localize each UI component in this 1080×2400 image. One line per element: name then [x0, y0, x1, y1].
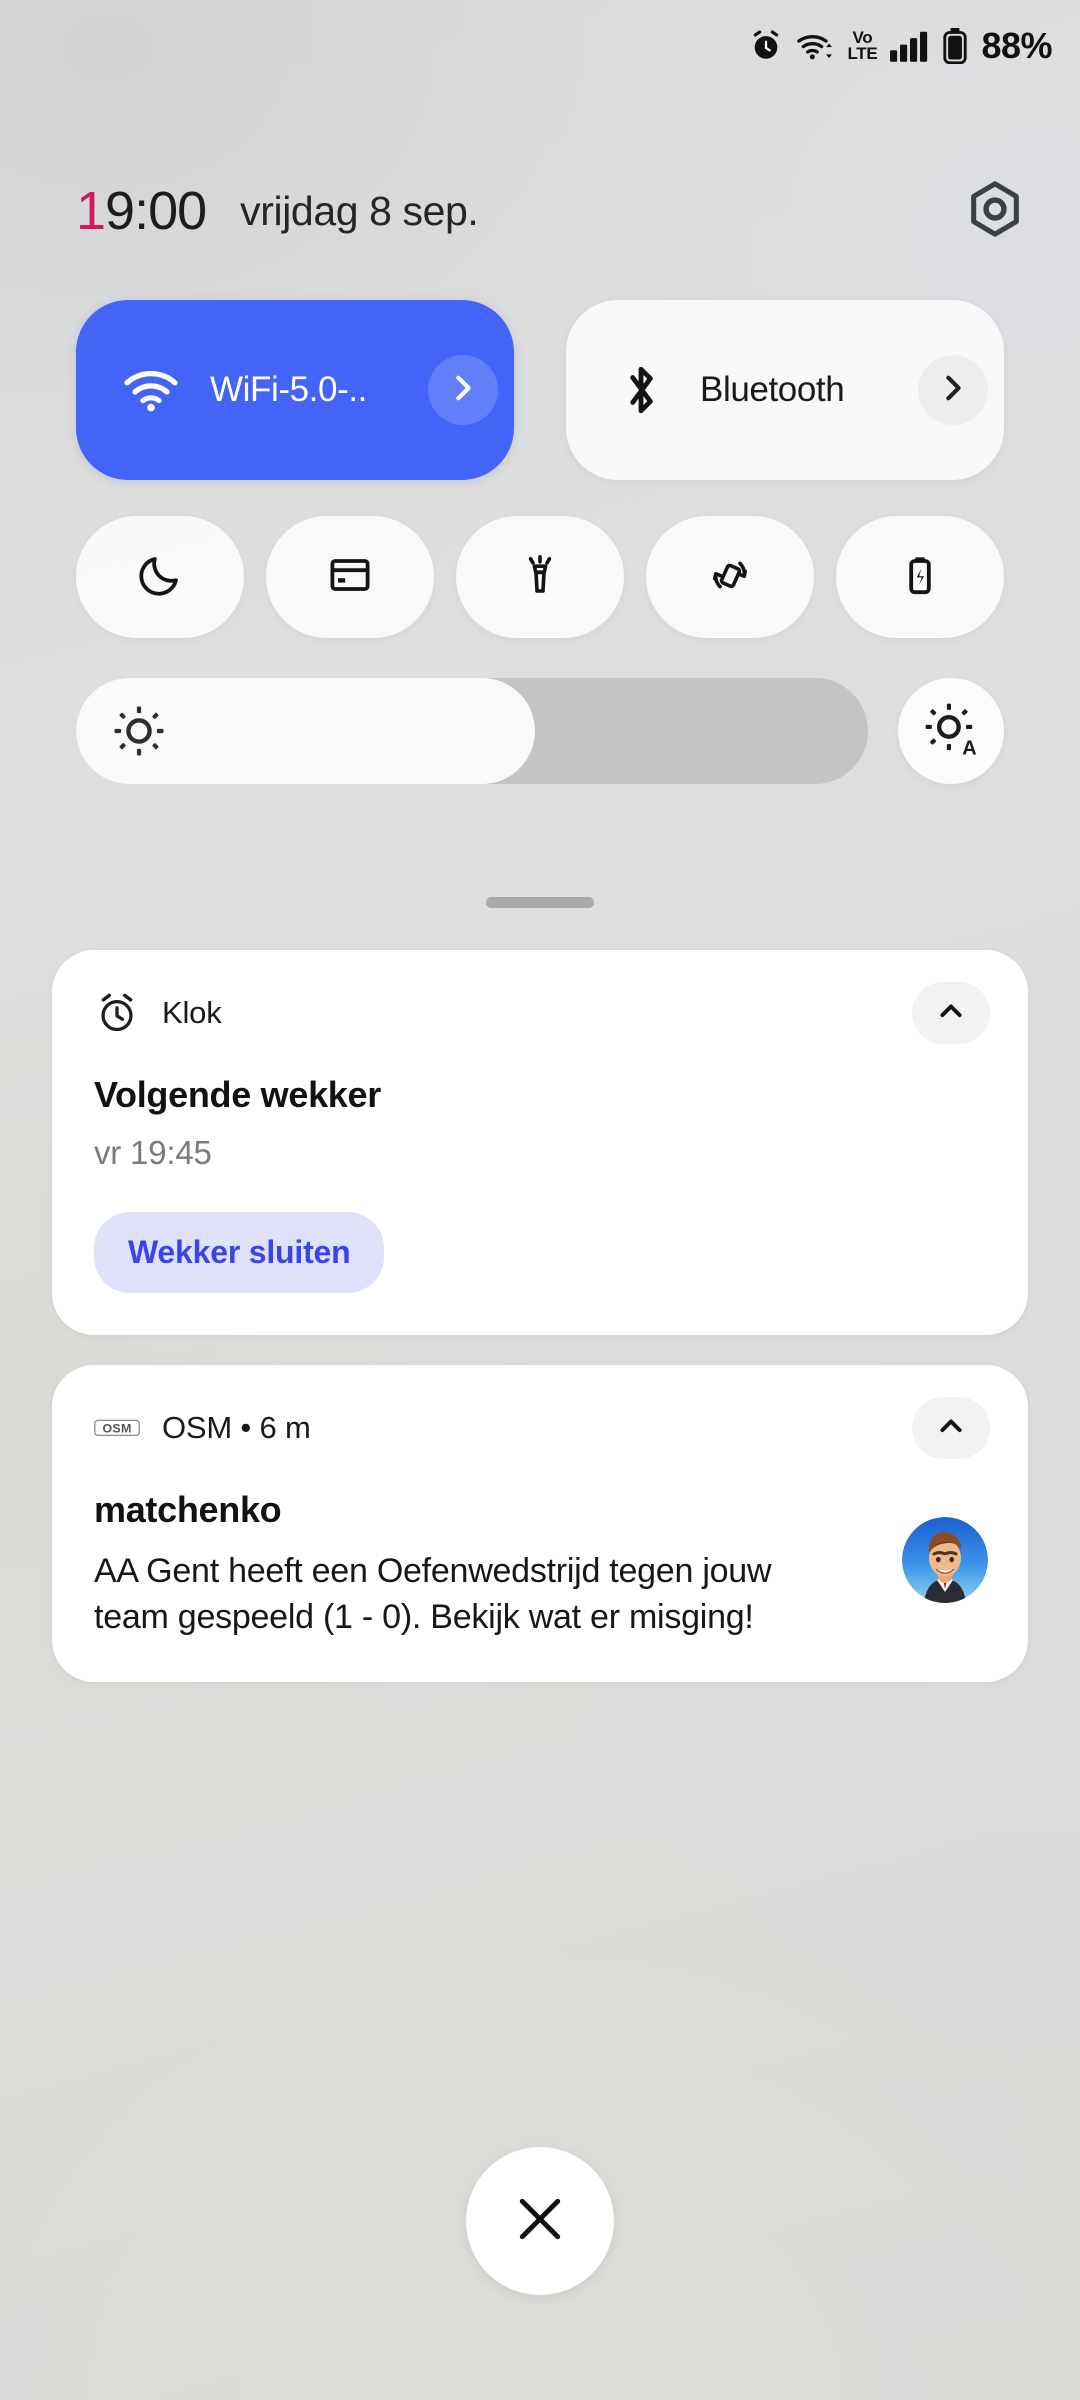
- svg-text:A: A: [962, 737, 976, 756]
- wifi-icon: [122, 368, 180, 412]
- battery-percent-label: 88%: [981, 25, 1052, 66]
- alarm-icon: [749, 29, 783, 63]
- notification-card-osm[interactable]: OSM OSM • 6 m matchenko AA Gent heeft ee…: [52, 1365, 1028, 1683]
- brightness-auto-icon: A: [924, 702, 978, 761]
- chevron-up-icon: [936, 1411, 966, 1446]
- notification-card-klok[interactable]: Klok Volgende wekker vr 19:45 Wekker slu…: [52, 950, 1028, 1335]
- battery-bolt-icon: [896, 551, 944, 604]
- wifi-tile-expand-button[interactable]: [428, 355, 498, 425]
- moon-icon: [136, 551, 184, 604]
- bluetooth-tile-label: Bluetooth: [700, 370, 845, 409]
- card-icon: [326, 551, 374, 604]
- wifi-icon: [796, 29, 834, 63]
- notification-collapse-button[interactable]: [912, 1397, 990, 1459]
- notification-header: Klok: [94, 988, 988, 1038]
- close-panel-button[interactable]: [466, 2147, 614, 2295]
- notification-app-name: OSM • 6 m: [162, 1410, 311, 1445]
- notification-title: Volgende wekker: [94, 1074, 381, 1115]
- volte-bottom-label: LTE: [847, 44, 878, 63]
- toggle-power-saving[interactable]: [836, 516, 1004, 638]
- avatar: [902, 1517, 988, 1603]
- wifi-tile[interactable]: WiFi-5.0-..: [76, 300, 514, 480]
- quick-tiles-row: WiFi-5.0-.. Bluetooth: [0, 300, 1080, 480]
- clock-row: 19:00 vrijdag 8 sep.: [0, 156, 1080, 266]
- battery-icon: [943, 28, 968, 64]
- clock-date[interactable]: vrijdag 8 sep.: [240, 188, 479, 235]
- bluetooth-tile[interactable]: Bluetooth: [566, 300, 1004, 480]
- volte-icon: Vo LTE: [847, 30, 878, 63]
- bluetooth-icon: [612, 363, 670, 417]
- notification-list: Klok Volgende wekker vr 19:45 Wekker slu…: [52, 950, 1028, 1712]
- toggle-do-not-disturb[interactable]: [76, 516, 244, 638]
- dismiss-alarm-button[interactable]: Wekker sluiten: [94, 1212, 385, 1293]
- quick-toggles-row: [0, 480, 1080, 638]
- notification-header: OSM OSM • 6 m: [94, 1403, 988, 1453]
- notification-app-name: Klok: [162, 995, 222, 1030]
- clock-time[interactable]: 19:00: [76, 180, 207, 242]
- toggle-samsung-pay[interactable]: [266, 516, 434, 638]
- osm-logo-icon: OSM: [94, 1405, 140, 1451]
- notification-title: matchenko: [94, 1489, 282, 1530]
- flashlight-icon: [516, 551, 564, 604]
- signal-icon: [890, 29, 930, 63]
- notification-collapse-button[interactable]: [912, 982, 990, 1044]
- clock-time-rest: 9:00: [105, 181, 207, 241]
- brightness-slider[interactable]: [76, 678, 868, 784]
- chevron-right-icon: [448, 373, 478, 408]
- rotate-icon: [706, 551, 754, 604]
- quick-settings-panel: WiFi-5.0-.. Bluetooth A: [0, 300, 1080, 784]
- status-bar: Vo LTE 88%: [0, 0, 1080, 92]
- chevron-right-icon: [938, 373, 968, 408]
- chevron-up-icon: [936, 996, 966, 1031]
- settings-button[interactable]: [962, 178, 1028, 244]
- clock-time-accent: 1: [76, 181, 106, 241]
- alarm-clock-icon: [94, 990, 140, 1036]
- close-icon: [512, 2191, 568, 2252]
- notification-subtitle: vr 19:45: [94, 1134, 212, 1171]
- toggle-auto-rotate[interactable]: [646, 516, 814, 638]
- hexagon-settings-icon: [964, 178, 1026, 245]
- panel-drag-handle[interactable]: [486, 897, 594, 908]
- notification-body: AA Gent heeft een Oefenwedstrijd tegen j…: [94, 1552, 772, 1636]
- brightness-icon: [112, 704, 166, 758]
- bluetooth-tile-expand-button[interactable]: [918, 355, 988, 425]
- auto-brightness-button[interactable]: A: [898, 678, 1004, 784]
- toggle-flashlight[interactable]: [456, 516, 624, 638]
- brightness-row: A: [0, 638, 1080, 784]
- svg-text:OSM: OSM: [102, 1421, 131, 1435]
- wifi-tile-label: WiFi-5.0-..: [210, 370, 367, 409]
